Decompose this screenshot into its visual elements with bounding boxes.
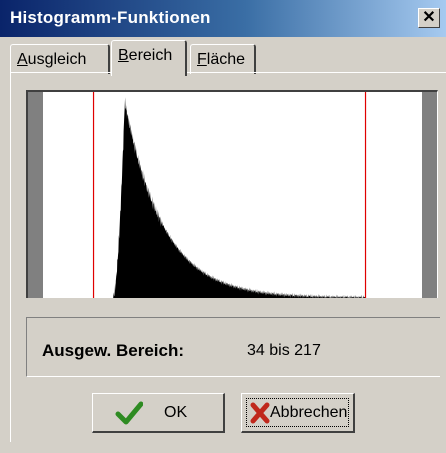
title-bar[interactable]: Histogramm-Funktionen ✕: [0, 0, 446, 37]
cancel-button[interactable]: Abbrechen: [241, 393, 355, 433]
range-value: 34 bis 217: [247, 342, 321, 359]
ok-label: OK: [164, 404, 188, 421]
tab-flaeche[interactable]: Fläche: [190, 44, 256, 74]
histogram-chart: [28, 92, 437, 298]
close-icon: ✕: [422, 9, 436, 26]
histogram-left-margin: [28, 92, 43, 298]
window-title: Histogramm-Funktionen: [10, 8, 211, 27]
ok-button[interactable]: OK: [92, 393, 225, 433]
range-label: Ausgew. Bereich:: [42, 341, 185, 360]
histogram-dialog: Histogramm-Funktionen ✕ Ausgleich Bereic…: [0, 0, 446, 453]
close-button[interactable]: ✕: [418, 8, 440, 28]
x-icon: [250, 402, 270, 429]
tab-bereich[interactable]: Bereich: [111, 40, 187, 76]
cancel-label: Abbrechen: [270, 404, 348, 421]
histogram-bars: [112, 97, 366, 298]
tab-ausgleich[interactable]: Ausgleich: [10, 44, 110, 74]
histogram-view[interactable]: [26, 90, 438, 298]
histogram-right-margin: [422, 92, 437, 298]
checkmark-icon: [115, 400, 144, 431]
